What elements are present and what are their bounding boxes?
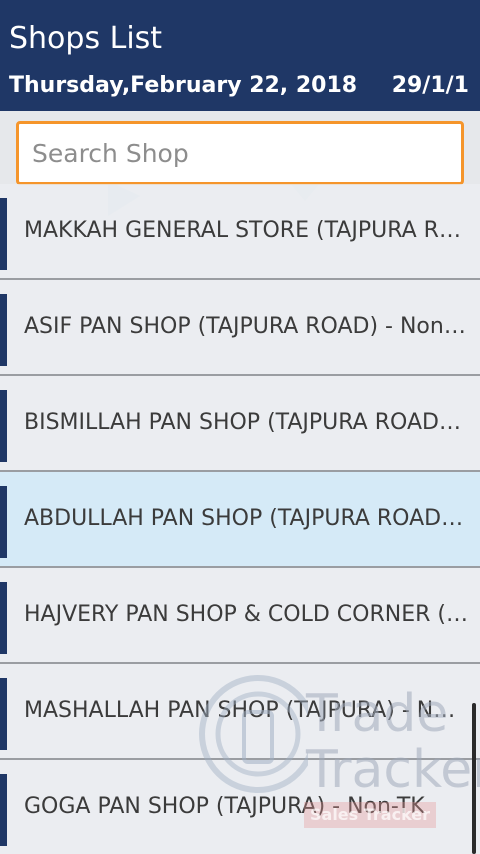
search-input[interactable]: [19, 124, 452, 182]
page-title: Shops List: [9, 21, 163, 56]
list-item-accent-bar: [0, 198, 7, 270]
list-item-accent-bar: [0, 390, 7, 462]
shop-list-item[interactable]: GOGA PAN SHOP (TAJPURA) - Non-TK: [0, 760, 480, 854]
shop-list-item[interactable]: ASIF PAN SHOP (TAJPURA ROAD) - Non-TK: [0, 280, 480, 376]
list-scrollbar[interactable]: [472, 703, 476, 854]
search-box: [16, 121, 464, 185]
shop-list-item[interactable]: MASHALLAH PAN SHOP (TAJPURA) - Non-TK: [0, 664, 480, 760]
list-item-accent-bar: [0, 582, 7, 654]
shop-name: ASIF PAN SHOP (TAJPURA ROAD) - Non-TK: [24, 314, 468, 339]
shop-name: MASHALLAH PAN SHOP (TAJPURA) - Non-TK: [24, 698, 468, 723]
header-route-code: 29/1/1: [391, 73, 469, 98]
list-item-accent-bar: [0, 486, 7, 558]
app-screen: Shops List Thursday,February 22, 2018 29…: [0, 0, 480, 854]
header-date: Thursday,February 22, 2018: [9, 73, 358, 98]
shop-name: GOGA PAN SHOP (TAJPURA) - Non-TK: [24, 794, 425, 819]
shop-name: BISMILLAH PAN SHOP (TAJPURA ROAD) - Non-…: [24, 410, 468, 435]
shop-list-item[interactable]: HAJVERY PAN SHOP & COLD CORNER (TAJPURA)…: [0, 568, 480, 664]
shop-list-item[interactable]: BISMILLAH PAN SHOP (TAJPURA ROAD) - Non-…: [0, 376, 480, 472]
shop-name: HAJVERY PAN SHOP & COLD CORNER (TAJPURA)…: [24, 602, 468, 627]
app-header: Shops List Thursday,February 22, 2018 29…: [0, 0, 480, 111]
shop-name: ABDULLAH PAN SHOP (TAJPURA ROAD) - Non-T…: [24, 506, 468, 531]
shop-name: MAKKAH GENERAL STORE (TAJPURA ROAD) - No…: [24, 218, 468, 243]
shop-list: MAKKAH GENERAL STORE (TAJPURA ROAD) - No…: [0, 184, 480, 854]
shop-list-item-selected[interactable]: ABDULLAH PAN SHOP (TAJPURA ROAD) - Non-T…: [0, 472, 480, 568]
list-item-accent-bar: [0, 774, 7, 846]
shop-list-item[interactable]: MAKKAH GENERAL STORE (TAJPURA ROAD) - No…: [0, 184, 480, 280]
list-item-accent-bar: [0, 678, 7, 750]
list-item-accent-bar: [0, 294, 7, 366]
